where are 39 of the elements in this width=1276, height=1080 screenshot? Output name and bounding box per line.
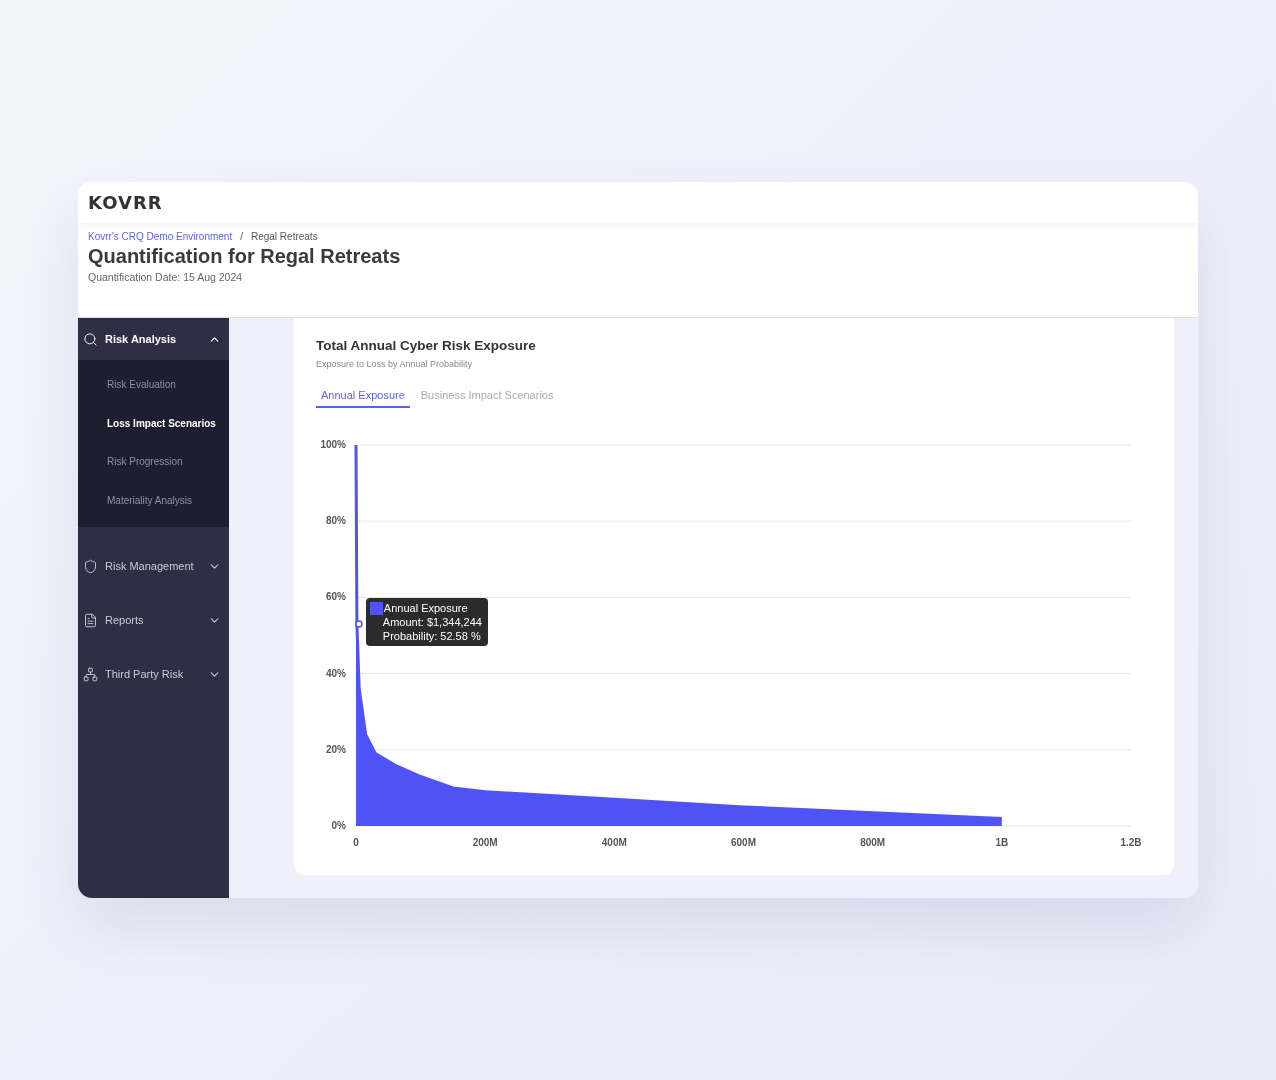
- x-tick-label: 1B: [995, 837, 1009, 848]
- y-tick-label: 20%: [326, 743, 346, 755]
- card-subtitle: Exposure to Loss by Annual Probability: [316, 359, 474, 369]
- sidebar-item[interactable]: Risk Evaluation: [78, 365, 229, 404]
- tab[interactable]: Annual Exposure: [316, 389, 410, 408]
- y-tick-label: 100%: [320, 439, 346, 450]
- card-title: Total Annual Cyber Risk Exposure: [316, 338, 537, 353]
- breadcrumb-link[interactable]: Kovrr's CRQ Demo Environment: [88, 231, 233, 242]
- tooltip-line: Amount: $1,344,244: [381, 615, 482, 630]
- sidebar-group[interactable]: Reports: [78, 593, 229, 648]
- x-tick-label: 200M: [472, 837, 498, 848]
- x-tick-label: 0: [353, 837, 359, 848]
- sidebar-item[interactable]: Risk Progression: [78, 442, 229, 482]
- x-tick-label: 800M: [860, 837, 886, 848]
- y-tick-label: 40%: [326, 667, 346, 679]
- y-tick-label: 0%: [331, 820, 346, 831]
- page-title: Quantification for Regal Retreats: [88, 245, 402, 268]
- y-tick-label: 60%: [326, 591, 346, 603]
- x-tick-label: 1.2B: [1120, 837, 1142, 848]
- sidebar-item[interactable]: Loss Impact Scenarios: [78, 403, 229, 443]
- tooltip-line: Probability: 52.58 %: [381, 629, 482, 644]
- quantification-date: Quantification Date: 15 Aug 2024: [88, 271, 244, 283]
- x-tick-label: 600M: [731, 837, 756, 848]
- breadcrumb-text: /: [240, 231, 243, 242]
- logo: KOVRR: [88, 192, 163, 213]
- breadcrumb-text: Regal Retreats: [250, 231, 318, 242]
- tooltip-series: Annual Exposure: [383, 601, 468, 616]
- y-tick-label: 80%: [326, 515, 346, 527]
- sidebar-group[interactable]: Risk Management: [78, 539, 229, 594]
- sidebar-group[interactable]: Third Party Risk: [78, 647, 229, 702]
- x-tick-label: 400M: [601, 837, 627, 848]
- sidebar-item[interactable]: Materiality Analysis: [78, 481, 229, 521]
- legend-swatch: [369, 601, 383, 615]
- shield-icon: [83, 558, 98, 574]
- sidebar-group[interactable]: Risk Analysis: [78, 318, 229, 360]
- document-icon: [83, 612, 98, 628]
- hover-point: [355, 620, 363, 628]
- search-icon: [83, 331, 98, 347]
- network-icon: [83, 666, 98, 682]
